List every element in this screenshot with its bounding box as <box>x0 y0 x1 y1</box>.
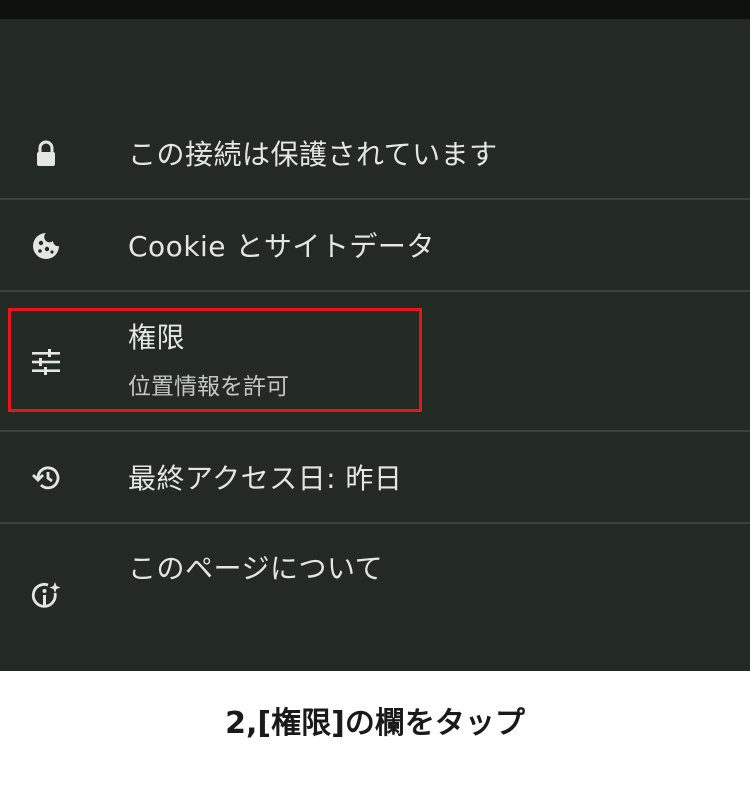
menu-item-last-visit[interactable]: 最終アクセス日: 昨日 <box>0 432 750 522</box>
menu-item-label: この接続は保護されています <box>128 138 498 171</box>
menu-item-cookies[interactable]: Cookie とサイトデータ <box>0 200 750 290</box>
info-sparkle-icon <box>28 579 64 615</box>
menu-item-connection-security[interactable]: この接続は保護されています <box>0 116 750 198</box>
history-icon <box>28 460 64 496</box>
menu-item-about-page[interactable]: このページについて <box>0 524 750 634</box>
lock-icon <box>28 136 64 172</box>
status-bar <box>0 0 750 19</box>
menu-item-label: Cookie とサイトデータ <box>128 230 435 263</box>
cookie-icon <box>28 228 64 264</box>
annotation-highlight-box <box>8 308 422 412</box>
menu-item-label: このページについて <box>128 552 384 585</box>
annotation-caption: 2,[権限]の欄をタップ <box>225 706 525 741</box>
menu-item-label: 最終アクセス日: 昨日 <box>128 462 403 495</box>
